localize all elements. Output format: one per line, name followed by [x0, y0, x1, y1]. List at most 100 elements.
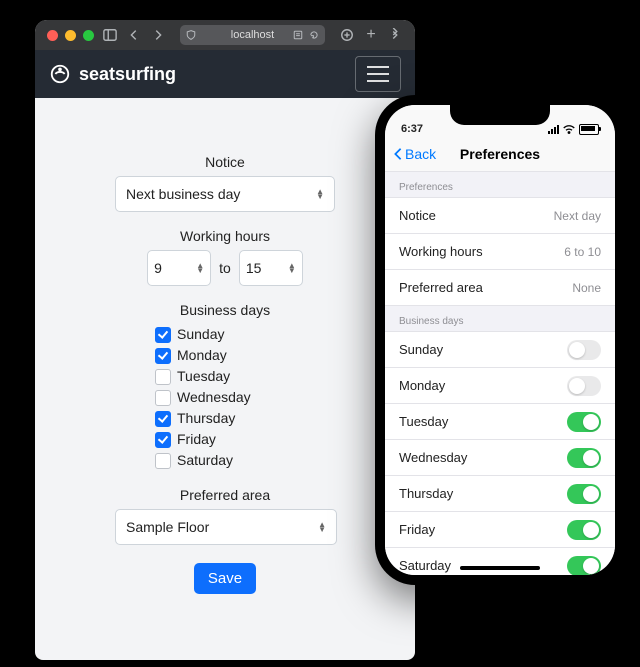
close-window-icon[interactable] — [47, 30, 58, 41]
brand[interactable]: seatsurfing — [49, 63, 176, 85]
cell-label: Wednesday — [399, 450, 467, 465]
toggle-switch[interactable] — [567, 448, 601, 468]
day-row: Tuesday — [385, 404, 615, 440]
hours-from-input[interactable]: 9 ▲▼ — [147, 250, 211, 286]
checkbox-icon — [155, 390, 171, 406]
checkbox-icon — [155, 348, 171, 364]
hours-from-value: 9 — [154, 260, 162, 276]
select-caret-icon: ▲▼ — [318, 522, 326, 532]
cell-label: Friday — [399, 522, 435, 537]
brand-text: seatsurfing — [79, 64, 176, 85]
menu-button[interactable] — [355, 56, 401, 92]
business-days-label: Business days — [115, 302, 335, 318]
toggle-switch[interactable] — [567, 376, 601, 396]
day-checkbox[interactable]: Wednesday — [155, 387, 295, 408]
reader-icon[interactable] — [293, 30, 303, 40]
pref-row[interactable]: NoticeNext day — [385, 197, 615, 234]
reload-icon[interactable] — [309, 30, 319, 40]
day-row: Sunday — [385, 331, 615, 368]
cell-label: Preferred area — [399, 280, 483, 295]
cell-label: Saturday — [399, 558, 451, 573]
business-days-list: SundayMondayTuesdayWednesdayThursdayFrid… — [155, 324, 295, 471]
pref-row[interactable]: Preferred area None — [385, 270, 615, 306]
checkbox-icon — [155, 411, 171, 427]
hours-to-word: to — [219, 260, 231, 276]
home-indicator[interactable] — [460, 566, 540, 570]
new-tab-icon[interactable]: + — [363, 27, 379, 43]
toggle-switch[interactable] — [567, 484, 601, 504]
overflow-icon[interactable] — [387, 27, 403, 43]
page-content: Notice Next business day ▲▼ Working hour… — [35, 98, 415, 614]
window-traffic-lights[interactable] — [47, 30, 94, 41]
cell-label: Tuesday — [399, 414, 448, 429]
checkbox-icon — [155, 432, 171, 448]
stepper-icon: ▲▼ — [288, 263, 296, 273]
sidebar-icon[interactable] — [102, 27, 118, 43]
cell-label: Thursday — [399, 486, 453, 501]
battery-icon — [579, 124, 599, 135]
chevron-left-icon — [393, 147, 403, 161]
preferred-area-value: Sample Floor — [126, 519, 209, 535]
url-text: localhost — [231, 29, 274, 41]
section-header-business-days: Business days — [385, 306, 615, 331]
brand-logo-icon — [49, 63, 71, 85]
cell-label: Sunday — [399, 342, 443, 357]
signal-icon — [548, 125, 559, 134]
day-row: Monday — [385, 368, 615, 404]
day-label: Tuesday — [177, 366, 230, 387]
day-checkbox[interactable]: Tuesday — [155, 366, 295, 387]
fullscreen-window-icon[interactable] — [83, 30, 94, 41]
day-label: Wednesday — [177, 387, 251, 408]
day-row: Friday — [385, 512, 615, 548]
day-checkbox[interactable]: Sunday — [155, 324, 295, 345]
back-label: Back — [405, 146, 436, 162]
wifi-icon — [563, 125, 575, 134]
phone-screen: 6:37 Back Preferences Preferences Notice… — [385, 105, 615, 575]
select-caret-icon: ▲▼ — [316, 189, 324, 199]
preferred-area-label: Preferred area — [115, 487, 335, 503]
browser-window: localhost + seatsurfing — [35, 20, 415, 660]
toggle-switch[interactable] — [567, 412, 601, 432]
notice-value: Next business day — [126, 186, 240, 202]
save-button[interactable]: Save — [194, 563, 256, 594]
toggle-switch[interactable] — [567, 340, 601, 360]
cell-label: Notice — [399, 208, 436, 223]
cell-label: Working hours — [399, 244, 483, 259]
url-bar[interactable]: localhost — [180, 25, 325, 45]
stepper-icon: ▲▼ — [196, 263, 204, 273]
day-row: Thursday — [385, 476, 615, 512]
app-header: seatsurfing — [35, 50, 415, 98]
toggle-switch[interactable] — [567, 520, 601, 540]
day-checkbox[interactable]: Monday — [155, 345, 295, 366]
cell-label: Monday — [399, 378, 445, 393]
toggle-switch[interactable] — [567, 556, 601, 576]
checkbox-icon — [155, 369, 171, 385]
day-checkbox[interactable]: Thursday — [155, 408, 295, 429]
shield-icon — [186, 30, 196, 40]
day-checkbox[interactable]: Saturday — [155, 450, 295, 471]
day-row: Saturday — [385, 548, 615, 575]
day-label: Monday — [177, 345, 227, 366]
day-row: Wednesday — [385, 440, 615, 476]
notice-label: Notice — [115, 154, 335, 170]
back-button[interactable]: Back — [385, 146, 436, 162]
minimize-window-icon[interactable] — [65, 30, 76, 41]
nav-header: Back Preferences — [385, 137, 615, 172]
preferred-area-select[interactable]: Sample Floor ▲▼ — [115, 509, 337, 545]
hours-to-input[interactable]: 15 ▲▼ — [239, 250, 303, 286]
day-label: Friday — [177, 429, 216, 450]
nav-forward-icon[interactable] — [150, 27, 166, 43]
cell-value: 6 to 10 — [564, 245, 601, 259]
working-hours-label: Working hours — [115, 228, 335, 244]
pref-row[interactable]: Working hours 6 to 10 — [385, 234, 615, 270]
section-header-preferences: Preferences — [385, 172, 615, 197]
share-icon[interactable] — [339, 27, 355, 43]
phone-frame: 6:37 Back Preferences Preferences Notice… — [375, 95, 625, 585]
nav-back-icon[interactable] — [126, 27, 142, 43]
day-checkbox[interactable]: Friday — [155, 429, 295, 450]
titlebar: localhost + — [35, 20, 415, 50]
hours-to-value: 15 — [246, 260, 262, 276]
phone-notch — [450, 105, 550, 125]
notice-select[interactable]: Next business day ▲▼ — [115, 176, 335, 212]
cell-value: None — [572, 281, 601, 295]
